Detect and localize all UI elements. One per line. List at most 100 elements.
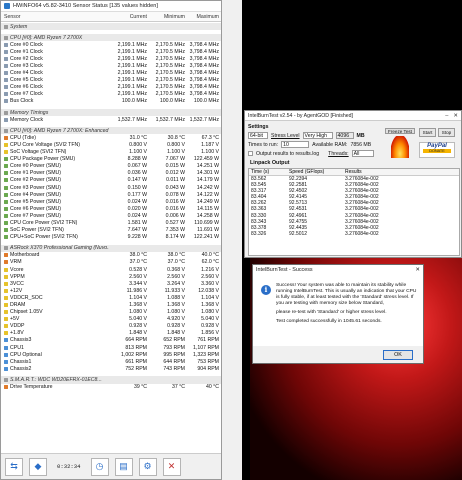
hwinfo-app-icon bbox=[4, 3, 10, 9]
sensor-row[interactable]: CPU Optional 1,002 RPM 995 RPM 1,323 RPM bbox=[1, 351, 221, 358]
dialog-titlebar[interactable]: IntelBurnTest - Success ✕ bbox=[253, 265, 423, 275]
sensor-row[interactable]: CPU Package Power (SMU) 8.288 W 7.067 W 122… bbox=[1, 156, 221, 163]
sensor-row[interactable]: CPU Core Voltage (SVI2 TFN) 0.800 V 0.800 … bbox=[1, 141, 221, 148]
memory-field[interactable]: 4096 bbox=[335, 132, 354, 139]
linpack-results-table[interactable]: Time (s) Speed (GFlops) Results 83.562 92… bbox=[248, 168, 460, 256]
paypal-donate-button[interactable]: PayPal DONATE bbox=[419, 142, 455, 158]
settings-icon[interactable]: ⚙ bbox=[138, 457, 157, 476]
sensor-label: Motherboard bbox=[10, 252, 40, 259]
stop-button[interactable]: Stop bbox=[438, 128, 455, 137]
sensor-label: CPU1 bbox=[10, 344, 24, 351]
col-minimum[interactable]: Minimum bbox=[147, 14, 185, 20]
stress-level-select[interactable]: Very High bbox=[302, 132, 333, 139]
sensor-row[interactable]: Core #5 Clock 2,199.1 MHz 2,170.5 MHz 3,798… bbox=[1, 77, 221, 84]
sensor-row[interactable]: DRAM 1.368 V 1.368 V 1.368 V bbox=[1, 301, 221, 308]
minimize-icon[interactable]: – bbox=[445, 113, 448, 119]
clock-icon[interactable]: ◷ bbox=[90, 457, 109, 476]
sensor-row[interactable]: Core #3 Clock 2,199.1 MHz 2,170.5 MHz 3,798… bbox=[1, 62, 221, 69]
freeze-test-button[interactable]: Freeze Test bbox=[385, 128, 415, 134]
sensor-row[interactable]: Vcore 0.528 V 0.368 V 1.216 V bbox=[1, 266, 221, 273]
sensor-row[interactable]: VPPM 2.560 V 2.560 V 2.560 V bbox=[1, 273, 221, 280]
sensor-row[interactable]: Core #0 Clock 2,199.1 MHz 2,170.5 MHz 3,798… bbox=[1, 41, 221, 48]
sensor-row[interactable]: +12V 11.986 V 11.933 V 12.038 V bbox=[1, 287, 221, 294]
sensor-row[interactable]: VDDCR_SOC 1.104 V 1.088 V 1.104 V bbox=[1, 294, 221, 301]
sensor-row[interactable]: SoC Voltage (SVI2 TFN) 1.100 V 1.100 V 1.10… bbox=[1, 149, 221, 156]
close-icon[interactable]: ✕ bbox=[415, 267, 420, 273]
maximum-value: 14.249 W bbox=[196, 198, 219, 205]
sensor-row[interactable]: Core #3 Power (SMU) 0.150 W 0.043 W 14.242 … bbox=[1, 184, 221, 191]
hwinfo-titlebar[interactable]: HWiNFO64 v5.82-3410 Sensor Status [135 v… bbox=[1, 1, 221, 12]
ibt-titlebar[interactable]: IntelBurnTest v2.54 - by AgentGOD [Finis… bbox=[245, 111, 461, 121]
sensor-row[interactable]: Core #4 Power (SMU) 0.177 W 0.078 W 14.122 … bbox=[1, 191, 221, 198]
sensor-group-header[interactable]: CPU [#0]: AMD Ryzen 7 2700X bbox=[1, 34, 221, 42]
close-icon[interactable]: ✕ bbox=[162, 457, 181, 476]
maximum-value: 12.038 V bbox=[198, 287, 219, 294]
close-icon[interactable]: ✕ bbox=[453, 113, 458, 119]
sensor-row[interactable]: Chassis2 752 RPM 743 RPM 904 RPM bbox=[1, 365, 221, 372]
sensor-group-header[interactable]: Memory Timings bbox=[1, 109, 221, 117]
sensor-row[interactable]: Core #7 Power (SMU) 0.024 W 0.006 W 14.258 … bbox=[1, 212, 221, 219]
sensor-group-header[interactable]: S.M.A.R.T.: WDC WD20EFRX-01EC8... bbox=[1, 376, 221, 384]
sensor-group-header[interactable]: ASRock X370 Professional Gaming (Nuvo... bbox=[1, 244, 221, 252]
sensor-group-header[interactable]: CPU [#0]: AMD Ryzen 7 2700X: Enhanced bbox=[1, 127, 221, 135]
sensor-row[interactable]: Core #2 Power (SMU) 0.147 W 0.011 W 14.179 … bbox=[1, 177, 221, 184]
ok-button[interactable]: OK bbox=[383, 350, 413, 360]
col-current[interactable]: Current bbox=[109, 14, 147, 20]
sensor-name: Core #6 Power (SMU) bbox=[1, 206, 109, 212]
sensor-row[interactable]: +1.8V 1.848 V 1.848 V 1.856 V bbox=[1, 330, 221, 337]
sensor-row[interactable]: Core #0 Power (SMU) 0.067 W 0.015 W 14.251 … bbox=[1, 163, 221, 170]
sensor-row[interactable]: CPU Core Power (SVI2 TFN) 1.581 W 0.527 W 1… bbox=[1, 219, 221, 226]
sensor-row[interactable]: Core #5 Power (SMU) 0.024 W 0.016 W 14.249 … bbox=[1, 198, 221, 205]
sensor-row[interactable]: 3VCC 3.344 V 3.264 V 3.360 V bbox=[1, 280, 221, 287]
minimum-value: 30.8 °C bbox=[167, 134, 185, 141]
sensor-row[interactable]: Core #1 Power (SMU) 0.036 W 0.012 W 14.301 … bbox=[1, 170, 221, 177]
clock-icon bbox=[4, 117, 8, 122]
minimum-value: 1.088 V bbox=[167, 294, 185, 301]
current-value: 0.147 W bbox=[127, 177, 147, 184]
sensor-list[interactable]: System CPU [#0]: AMD Ryzen 7 2700X Core #0… bbox=[1, 23, 221, 453]
network-icon[interactable]: ⇆ bbox=[5, 457, 23, 476]
volt-icon bbox=[4, 142, 8, 147]
report-icon[interactable]: ▤ bbox=[114, 457, 133, 476]
sensor-row[interactable]: Chassis1 661 RPM 644 RPM 753 RPM bbox=[1, 358, 221, 365]
sensor-row[interactable]: Core #4 Clock 2,199.1 MHz 2,170.5 MHz 3,798… bbox=[1, 70, 221, 77]
sensor-label: VDDCR_SOC bbox=[10, 294, 43, 301]
col-maximum[interactable]: Maximum bbox=[185, 14, 221, 20]
sensor-row[interactable]: Core #6 Clock 2,199.1 MHz 2,170.5 MHz 3,798… bbox=[1, 84, 221, 91]
sensor-row[interactable]: Bus Clock 100.0 MHz 100.0 MHz 100.0 MHz bbox=[1, 98, 221, 105]
col-sensor[interactable]: Sensor bbox=[1, 14, 109, 20]
sensor-row[interactable]: Chassis3 664 RPM 652 RPM 761 RPM bbox=[1, 337, 221, 344]
sensor-name: CPU Core Power (SVI2 TFN) bbox=[1, 220, 109, 226]
sensor-row[interactable]: Chipset 1.05V 1.080 V 1.080 V 1.080 V bbox=[1, 309, 221, 316]
mode-field[interactable]: 64-bit bbox=[248, 132, 268, 139]
maximum-value: 1.187 V bbox=[201, 141, 219, 148]
sensor-group-header[interactable]: System bbox=[1, 23, 221, 31]
sensor-row[interactable]: CPU+SoC Power (SVI2 TFN) 9.228 W 8.174 W 12… bbox=[1, 234, 221, 241]
dialog-body: i Success! Your system was able to maint… bbox=[253, 275, 423, 347]
sensor-row[interactable]: VRM 37.0 °C 37.0 °C 62.0 °C bbox=[1, 259, 221, 266]
current-value: 1,532.7 MHz bbox=[117, 116, 147, 123]
maximum-value: 14.242 W bbox=[196, 184, 219, 191]
arrows-icon[interactable]: ◆ bbox=[29, 457, 47, 476]
sensor-row[interactable]: CPU (Tdie) 31.0 °C 30.8 °C 67.3 °C bbox=[1, 134, 221, 141]
sensor-row[interactable]: CPU1 813 RPM 793 RPM 1,107 RPM bbox=[1, 344, 221, 351]
clock-icon bbox=[4, 99, 8, 104]
ibt-side-buttons: Start Stop PayPal DONATE bbox=[419, 128, 459, 158]
sensor-name: Chipset 1.05V bbox=[1, 309, 109, 315]
start-button[interactable]: Start bbox=[419, 128, 436, 137]
times-input[interactable]: 10 bbox=[281, 141, 310, 148]
sensor-row[interactable]: Drive Temperature 39 °C 37 °C 40 °C bbox=[1, 384, 221, 391]
sensor-row[interactable]: SoC Power (SVI2 TFN) 7.647 W 7.353 W 11.691… bbox=[1, 227, 221, 234]
current-value: 8.288 W bbox=[127, 156, 147, 163]
threads-select[interactable]: All bbox=[351, 150, 374, 157]
sensor-row[interactable]: +5V 5.040 V 4.920 V 5.040 V bbox=[1, 316, 221, 323]
output-checkbox[interactable] bbox=[248, 151, 253, 156]
maximum-value: 1.856 V bbox=[201, 330, 219, 337]
sensor-row[interactable]: Memory Clock 1,532.7 MHz 1,532.7 MHz 1,532.… bbox=[1, 116, 221, 123]
sensor-row[interactable]: Core #6 Power (SMU) 0.020 W 0.016 W 14.115 … bbox=[1, 205, 221, 212]
sensor-row[interactable]: Core #1 Clock 2,199.1 MHz 2,170.5 MHz 3,798… bbox=[1, 48, 221, 55]
sensor-row[interactable]: Core #2 Clock 2,199.1 MHz 2,170.5 MHz 3,798… bbox=[1, 55, 221, 62]
sensor-row[interactable]: Motherboard 38.0 °C 38.0 °C 40.0 °C bbox=[1, 252, 221, 259]
sensor-row[interactable]: VDDP 0.928 V 0.928 V 0.928 V bbox=[1, 323, 221, 330]
sensor-row[interactable]: Core #7 Clock 2,199.1 MHz 2,170.5 MHz 3,798… bbox=[1, 91, 221, 98]
